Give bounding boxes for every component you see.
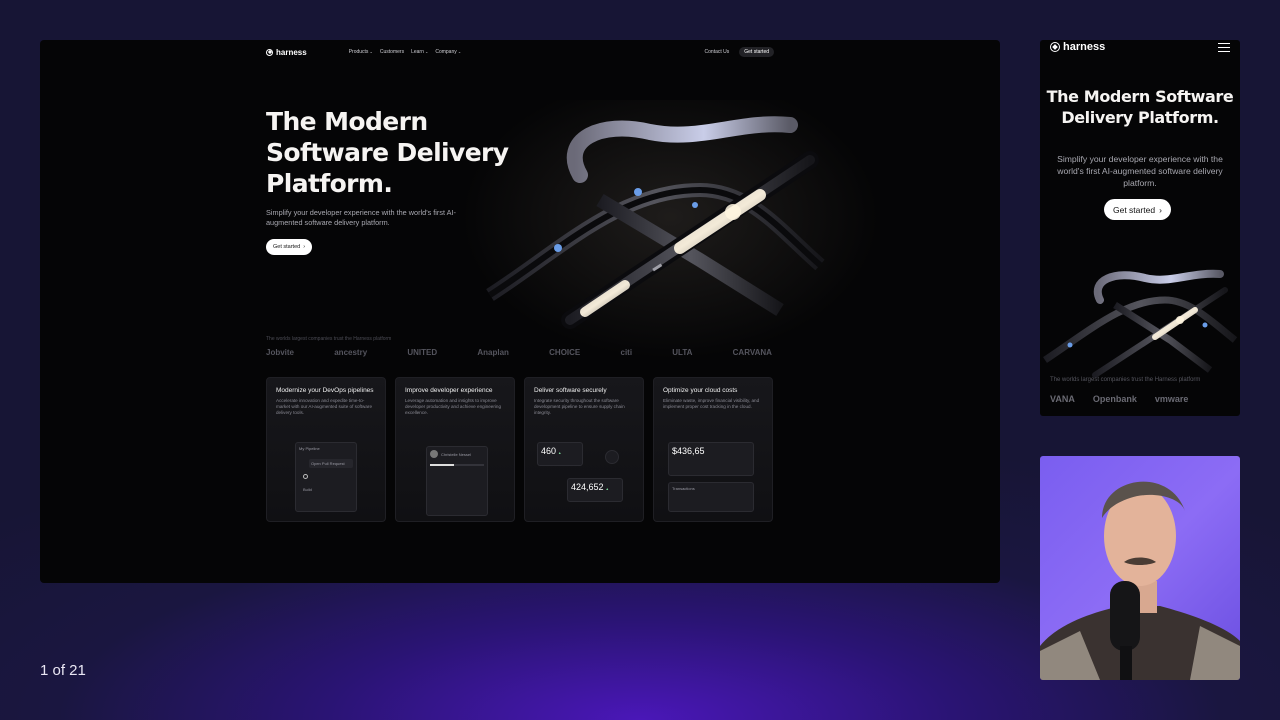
cost-amount: $436,65 xyxy=(672,446,705,456)
logo-openbank: Openbank xyxy=(1092,394,1137,404)
nav-products[interactable]: Products xyxy=(349,49,373,55)
nav-customers[interactable]: Customers xyxy=(380,49,404,55)
progress-bar xyxy=(430,464,484,466)
harness-logo-icon xyxy=(1050,42,1060,52)
logo-anaplan: Anaplan xyxy=(477,348,509,357)
hamburger-menu-icon[interactable] xyxy=(1218,43,1230,52)
card-body: Leverage automation and insights to impr… xyxy=(405,398,502,415)
logo-ulta: ULTA xyxy=(672,348,693,357)
mobile-preview: harness The Modern Software Delivery Pla… xyxy=(1040,40,1240,416)
chevron-right-icon: › xyxy=(1159,204,1162,215)
logo-jobvite: Jobvite xyxy=(266,348,295,357)
contact-link[interactable]: Contact Us xyxy=(705,49,730,55)
trust-line: The worlds largest companies trust the H… xyxy=(266,336,392,342)
shield-icon xyxy=(605,450,619,464)
trend-up-icon: ▲ xyxy=(605,487,610,491)
developer-widget: Christelle Nessel xyxy=(426,446,488,516)
card-devex[interactable]: Improve developer experience Leverage au… xyxy=(395,377,515,522)
brand-name: harness xyxy=(276,47,307,57)
card-title: Improve developer experience xyxy=(405,387,493,394)
mobile-hero-title: The Modern Software Delivery Platform. xyxy=(1046,87,1234,127)
mobile-hero-subtitle: Simplify your developer experience with … xyxy=(1057,154,1223,188)
cost-widget: $436,65 xyxy=(668,442,754,476)
nav-company[interactable]: Company xyxy=(435,49,461,55)
pipeline-widget: My Pipeline Open Pull Request Build xyxy=(295,442,357,512)
card-security[interactable]: Deliver software securely Integrate secu… xyxy=(524,377,644,522)
mobile-logo-row: VANA Openbank vmware xyxy=(1050,394,1240,404)
logo-vana: VANA xyxy=(1050,394,1075,404)
metric-value: 460 xyxy=(541,446,557,456)
nav-get-started-button[interactable]: Get started xyxy=(739,47,774,57)
developer-name: Christelle Nessel xyxy=(441,451,472,457)
mobile-pipes-illustration xyxy=(1043,269,1238,378)
trend-up-icon: ▲ xyxy=(558,451,562,455)
pipeline-heading: My Pipeline xyxy=(299,446,320,451)
logo-ancestry: ancestry xyxy=(334,348,368,357)
security-metric-1: 460 ▲ xyxy=(537,442,583,466)
transactions-label: Transactions xyxy=(672,486,695,491)
mobile-trust-line: The worlds largest companies trust the H… xyxy=(1050,377,1201,383)
logo-united: UNITED xyxy=(407,348,438,357)
logo-carvana: CARVANA xyxy=(732,348,772,357)
pipeline-step-build: Build xyxy=(303,487,312,492)
nav-learn[interactable]: Learn xyxy=(411,49,428,55)
metric-value: 424,652 xyxy=(571,482,604,492)
security-metric-2: 424,652 ▲ xyxy=(567,478,623,502)
card-cloud-costs[interactable]: Optimize your cloud costs Eliminate wast… xyxy=(653,377,773,522)
card-title: Modernize your DevOps pipelines xyxy=(276,387,374,394)
feature-cards: Modernize your DevOps pipelines Accelera… xyxy=(266,377,773,522)
avatar xyxy=(430,450,438,458)
mobile-brand-logo[interactable]: harness xyxy=(1050,41,1105,53)
chevron-right-icon: › xyxy=(303,244,306,250)
slide-counter: 1 of 21 xyxy=(40,662,86,679)
presenter-webcam xyxy=(1040,456,1240,680)
mobile-cta-label: Get started xyxy=(1113,204,1156,215)
card-title: Deliver software securely xyxy=(534,387,607,394)
harness-logo-icon xyxy=(266,48,273,56)
card-devops[interactable]: Modernize your DevOps pipelines Accelera… xyxy=(266,377,386,522)
desktop-preview: harness Products Customers Learn Company… xyxy=(40,40,1000,583)
mobile-get-started-button[interactable]: Get started › xyxy=(1104,199,1171,220)
presenter-video-image xyxy=(1040,481,1240,680)
hero-cta-label: Get started xyxy=(273,244,301,250)
card-body: Eliminate waste, improve financial visib… xyxy=(663,398,760,409)
hero-pipes-illustration xyxy=(486,116,825,329)
logo-choice: CHOICE xyxy=(549,348,581,357)
pipeline-step-pr: Open Pull Request xyxy=(309,459,353,468)
hero-get-started-button[interactable]: Get started › xyxy=(266,239,313,255)
customer-logo-row: Jobvite ancestry UNITED Anaplan CHOICE c… xyxy=(266,348,772,357)
card-body: Integrate security throughout the softwa… xyxy=(534,398,625,415)
brand-logo[interactable]: harness xyxy=(266,48,307,57)
logo-citi: citi xyxy=(620,348,633,357)
pipeline-node-icon xyxy=(303,474,308,479)
top-nav: harness Products Customers Learn Company… xyxy=(266,44,774,60)
logo-vmware: vmware xyxy=(1154,394,1189,404)
transactions-widget: Transactions xyxy=(668,482,754,512)
card-body: Accelerate innovation and expedite time-… xyxy=(276,398,373,415)
brand-name: harness xyxy=(1063,41,1106,53)
card-title: Optimize your cloud costs xyxy=(663,387,738,394)
